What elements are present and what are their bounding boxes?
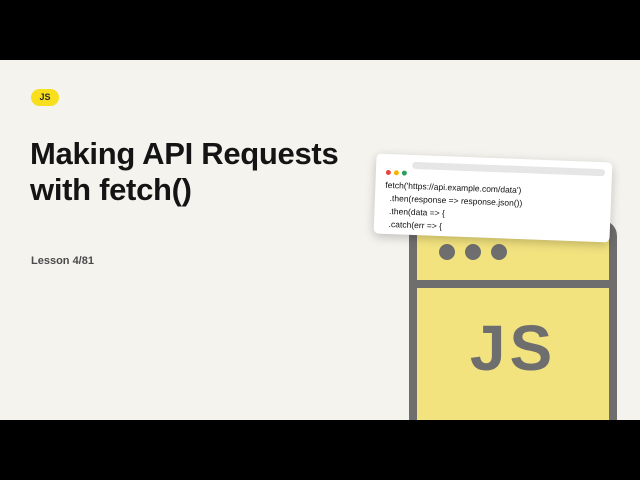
lesson-counter: Lesson 4/81 [31, 255, 94, 267]
window-controls [385, 162, 411, 181]
maximize-dot-icon [401, 170, 407, 176]
address-bar [412, 161, 606, 177]
code-snippet-card: fetch('https://api.example.com/data') .t… [373, 153, 613, 243]
letterbox-top [0, 0, 640, 60]
logo-dot-icon [491, 244, 507, 260]
lesson-slide: JS Making API Requests with fetch() Less… [0, 60, 640, 420]
close-dot-icon [385, 169, 391, 176]
minimize-dot-icon [393, 170, 399, 176]
code-block: fetch('https://api.example.com/data') .t… [384, 179, 523, 236]
logo-dot-icon [465, 244, 481, 260]
logo-window-dots [439, 244, 517, 265]
logo-text: JS [469, 312, 557, 384]
js-badge: JS [31, 89, 59, 106]
lesson-title: Making API Requests with fetch() [30, 136, 339, 207]
letterbox-bottom [0, 420, 640, 480]
js-logo-icon: JS [409, 220, 617, 420]
logo-dot-icon [439, 244, 455, 260]
